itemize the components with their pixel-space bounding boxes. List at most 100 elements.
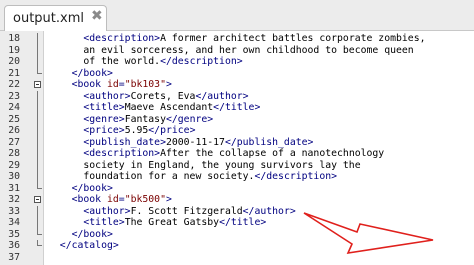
- fold-toggle-icon[interactable]: [34, 79, 42, 91]
- code-line[interactable]: 35 </book>: [0, 228, 474, 241]
- fold-guide: [34, 159, 42, 171]
- code-line[interactable]: 27 <publish_date>2000-11-17</publish_date…: [0, 136, 474, 149]
- fold-guide: [34, 56, 42, 68]
- code-line[interactable]: 30 foundation for a new society.</descrip…: [0, 171, 474, 183]
- token-tag: </author>: [242, 205, 296, 217]
- code-text: <price>5.95</price>: [83, 125, 195, 137]
- code-line[interactable]: 33 <author>F. Scott Fitzgerald</author>: [0, 205, 474, 218]
- fold-guide: [34, 113, 42, 125]
- line-number: 35: [8, 228, 20, 240]
- line-number: 28: [8, 148, 20, 159]
- line-number: 36: [8, 240, 20, 251]
- token-text: Maeve Ascendant: [124, 102, 214, 113]
- token-text: foundation for a new society.: [83, 171, 255, 182]
- fold-guide: [34, 171, 42, 183]
- line-number: 29: [8, 159, 20, 171]
- token-text: Fantasy: [124, 113, 166, 125]
- token-text: of the world.: [83, 56, 161, 67]
- token-text: society in England, the young survivors …: [83, 159, 361, 171]
- line-number: 24: [8, 102, 20, 113]
- code-lines: 18 <description>A former architect battle…: [0, 33, 474, 263]
- token-tag: <price>: [83, 125, 125, 136]
- fold-guide: [34, 125, 42, 137]
- code-line[interactable]: 22 <book id="bk103">: [0, 79, 474, 91]
- token-tag: <author>: [83, 205, 131, 217]
- token-tag: </book>: [71, 228, 113, 240]
- fold-guide: [34, 33, 42, 45]
- token-tag: </publish_date>: [224, 136, 314, 148]
- line-number: 31: [8, 182, 20, 194]
- code-line[interactable]: 28 <description>After the collapse of a n…: [0, 148, 474, 160]
- code-text: <description>After the collapse of a nan…: [83, 148, 384, 160]
- token-tag: </description>: [160, 56, 243, 67]
- line-number: 37: [8, 251, 20, 263]
- code-text: </book>: [72, 183, 113, 195]
- code-text: foundation for a new society.</descripti…: [83, 171, 337, 183]
- fold-guide: [34, 67, 42, 80]
- code-line[interactable]: 32 <book id="bk500">: [0, 194, 474, 206]
- code-line[interactable]: 29 society in England, the young survivor…: [0, 159, 474, 171]
- code-text: <book id="bk500">: [72, 194, 172, 206]
- code-text: <author>Corets, Eva</author>: [83, 91, 248, 103]
- line-number: 34: [8, 217, 20, 228]
- line-number: 21: [8, 67, 20, 79]
- code-line[interactable]: 21 </book>: [0, 67, 474, 80]
- token-text: F. Scott Fitzgerald: [130, 205, 243, 217]
- code-line[interactable]: 20 of the world.</description>: [0, 56, 474, 68]
- token-tag: <description>: [83, 33, 161, 44]
- code-line[interactable]: 18 <description>A former architect battle…: [0, 33, 474, 45]
- code-text: <genre>Fantasy</genre>: [83, 114, 213, 126]
- code-text: <title>The Great Gatsby</title>: [83, 217, 266, 229]
- code-text: of the world.</description>: [83, 56, 242, 68]
- code-line[interactable]: 37: [0, 252, 474, 264]
- fold-guide: [34, 148, 42, 160]
- code-text: </book>: [72, 68, 113, 80]
- line-number: 19: [8, 44, 20, 56]
- token-tag: >: [165, 79, 172, 90]
- line-number: 27: [8, 136, 20, 148]
- code-line[interactable]: 31 </book>: [0, 182, 474, 195]
- fold-guide: [34, 217, 42, 229]
- fold-guide: [34, 182, 42, 195]
- token-tag: </price>: [148, 125, 196, 136]
- code-line[interactable]: 34 <title>The Great Gatsby</title>: [0, 217, 474, 229]
- token-tag: >: [165, 194, 172, 205]
- token-text: The Great Gatsby: [124, 217, 220, 228]
- line-number: 32: [8, 194, 20, 205]
- token-tag: </title>: [219, 217, 267, 228]
- code-text: <publish_date>2000-11-17</publish_date>: [83, 137, 313, 149]
- token-tag: <book: [71, 194, 107, 205]
- fold-guide: [34, 44, 42, 56]
- tab-bar: output.xml ✖: [0, 0, 474, 31]
- code-text: </catalog>: [60, 240, 119, 252]
- code-text: <author>F. Scott Fitzgerald</author>: [83, 206, 295, 218]
- fold-guide: [34, 102, 42, 114]
- code-text: <description>A former architect battles …: [83, 33, 425, 45]
- token-tag: <author>: [83, 90, 131, 102]
- close-icon[interactable]: ✖: [91, 8, 103, 24]
- code-editor[interactable]: 18 <description>A former architect battle…: [0, 31, 474, 265]
- code-line[interactable]: 24 <title>Maeve Ascendant</title>: [0, 102, 474, 114]
- token-tag: </catalog>: [59, 240, 119, 251]
- code-line[interactable]: 26 <price>5.95</price>: [0, 125, 474, 137]
- token-tag: </book>: [71, 67, 113, 79]
- code-line[interactable]: 36 </catalog>: [0, 240, 474, 252]
- code-text: <book id="bk103">: [72, 79, 172, 91]
- token-text: 2000-11-17: [165, 136, 225, 148]
- token-tag: <title>: [83, 102, 125, 113]
- token-attr: id: [106, 194, 119, 205]
- token-tag: <publish_date>: [83, 136, 166, 148]
- token-attr: id: [106, 79, 119, 90]
- token-text: an evil sorceress, and her own childhood…: [83, 44, 414, 56]
- code-text: <title>Maeve Ascendant</title>: [83, 102, 260, 114]
- fold-guide: [34, 228, 42, 241]
- code-line[interactable]: 23 <author>Corets, Eva</author>: [0, 90, 474, 103]
- tab-output-xml[interactable]: output.xml ✖: [4, 5, 107, 31]
- line-number: 26: [8, 125, 20, 136]
- tab-title: output.xml: [13, 11, 84, 26]
- token-tag: </description>: [254, 171, 338, 182]
- code-line[interactable]: 25 <genre>Fantasy</genre>: [0, 113, 474, 126]
- fold-toggle-icon[interactable]: [34, 194, 42, 206]
- code-line[interactable]: 19 an evil sorceress, and her own childho…: [0, 44, 474, 56]
- token-text: 5.95: [124, 125, 149, 136]
